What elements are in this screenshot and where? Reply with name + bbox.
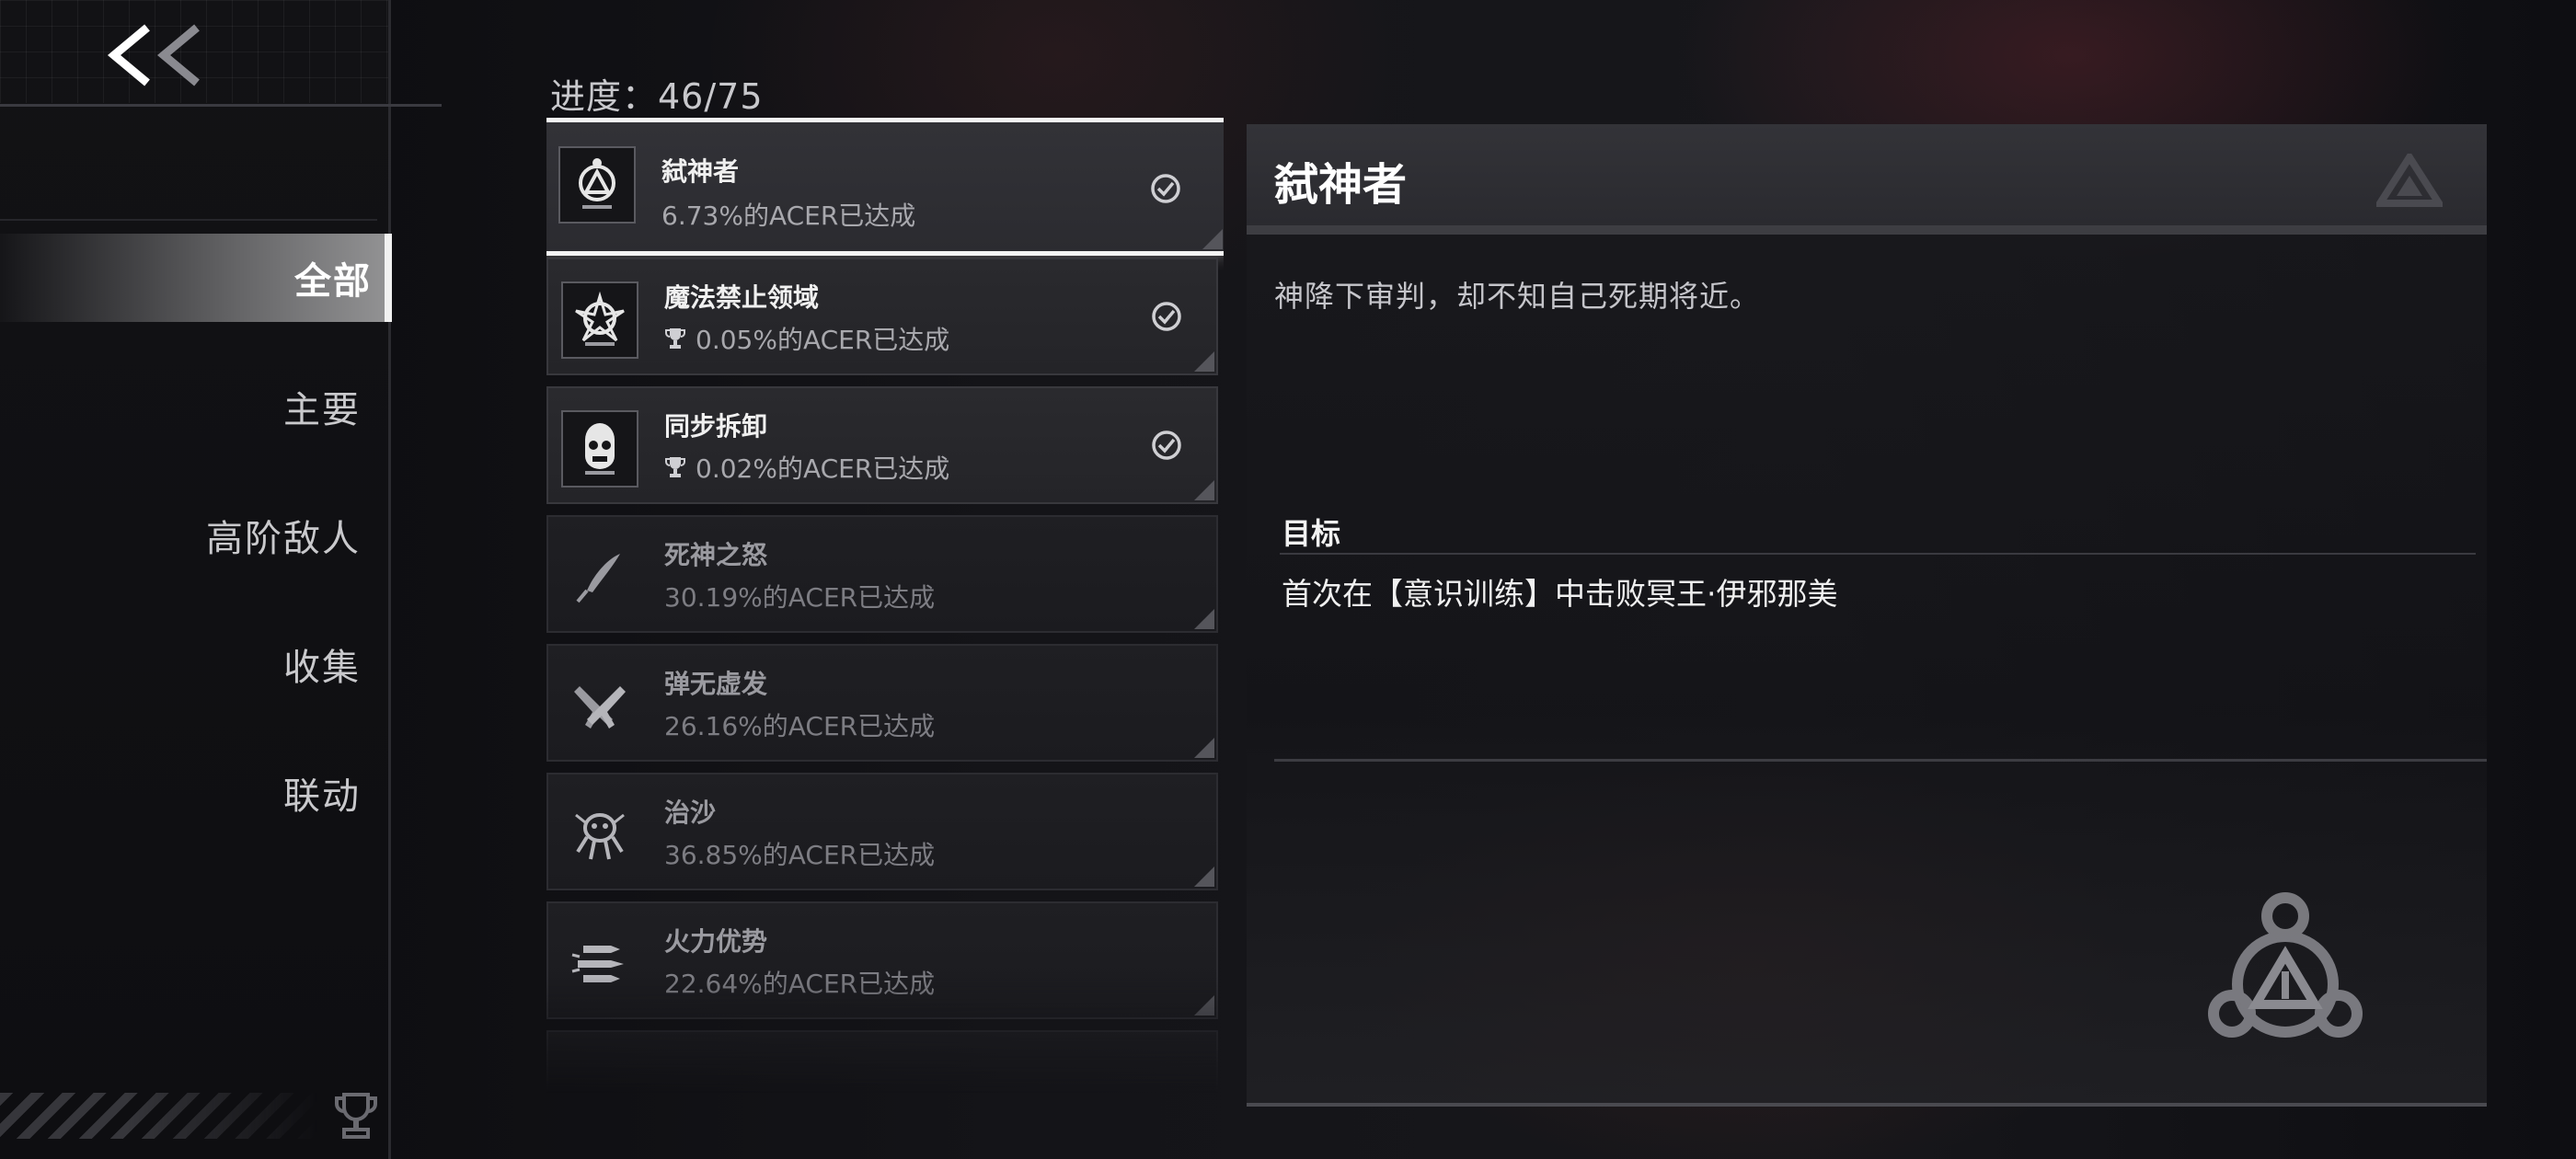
sidebar-divider (0, 104, 442, 107)
sidebar-item-all[interactable]: 全部 (0, 234, 392, 322)
achievement-rate: 36.85%的ACER已达成 (664, 835, 935, 872)
achievement-title: 魔法禁止领域 (664, 282, 820, 313)
card-corner-decoration (1194, 995, 1214, 1016)
detail-title: 弑神者 (1274, 159, 1408, 211)
back-button[interactable] (101, 20, 221, 90)
deity-emblem-icon (2208, 892, 2363, 1038)
achievement-rate-text: 30.19%的ACER已达成 (664, 582, 936, 613)
achievement-icon-frame (561, 925, 638, 1003)
achievement-rate: 0.05%的ACER已达成 (664, 320, 949, 357)
achievement-title: 火力优势 (664, 926, 768, 957)
achievement-icon-frame (561, 797, 638, 874)
achievement-rate-text: 6.73%的ACER已达成 (661, 201, 916, 231)
achievement-rate: 6.73%的ACER已达成 (661, 196, 915, 233)
sidebar-item-main[interactable]: 主要 (0, 362, 374, 451)
goal-text: 首次在【意识训练】中击败冥王·伊邪那美 (1282, 576, 1838, 612)
sidebar-item-label: 主要 (283, 389, 361, 431)
hatch-decoration (0, 1093, 317, 1139)
achievement-icon-frame (561, 281, 638, 359)
deity-emblem-icon (579, 158, 615, 209)
achievement-title: 同步拆卸 (664, 411, 768, 442)
achievement-rate: 26.16%的ACER已达成 (664, 706, 935, 743)
achievement-rate: 30.19%的ACER已达成 (664, 578, 935, 614)
achievement-card[interactable]: 火力优势 22.64%的ACER已达成 (546, 901, 1218, 1019)
sidebar-item-label: 联动 (283, 775, 361, 818)
detail-bottom-border (1247, 1103, 2487, 1107)
goal-divider (1280, 553, 2476, 555)
achievement-icon-frame (561, 410, 638, 488)
check-circle-icon (1152, 430, 1181, 460)
achievement-card[interactable] (546, 1030, 1218, 1093)
achievement-card[interactable]: 弑神者 6.73%的ACER已达成 (546, 118, 1224, 256)
trophy-icon (665, 457, 685, 477)
sidebar-item-collection[interactable]: 收集 (0, 620, 374, 708)
sidebar-item-elite-enemies[interactable]: 高阶敌人 (0, 491, 374, 580)
detail-divider (1274, 759, 2487, 762)
sidebar-item-label: 全部 (294, 260, 372, 303)
achievement-card[interactable]: 魔法禁止领域 0.05%的ACER已达成 (546, 258, 1218, 375)
achievement-rate: 0.02%的ACER已达成 (664, 449, 949, 486)
card-corner-decoration (1194, 609, 1214, 629)
sidebar-item-label: 收集 (283, 647, 361, 689)
achievement-rate-text: 26.16%的ACER已达成 (664, 711, 936, 741)
trophy-icon (335, 1093, 377, 1139)
crossed-pistols-icon (574, 686, 626, 729)
progress-text: 进度：46/75 (550, 76, 764, 117)
achievement-card[interactable]: 同步拆卸 0.02%的ACER已达成 (546, 386, 1218, 504)
card-corner-decoration (1194, 738, 1214, 758)
category-sidebar: 全部 主要 高阶敌人 收集 联动 (0, 0, 442, 1159)
card-corner-decoration (1194, 480, 1214, 500)
sidebar-item-collab[interactable]: 联动 (0, 749, 374, 837)
achievement-card[interactable]: 治沙 36.85%的ACER已达成 (546, 773, 1218, 890)
feather-blade-icon (576, 554, 620, 603)
game-logo-icon (2376, 154, 2443, 207)
check-circle-icon (1152, 302, 1181, 331)
sand-creature-icon (575, 813, 625, 860)
sidebar-divider (0, 219, 377, 221)
detail-description: 神降下审判，却不知自己死期将近。 (1274, 279, 1761, 314)
card-corner-decoration (1194, 351, 1214, 372)
achievement-card[interactable]: 死神之怒 30.19%的ACER已达成 (546, 515, 1218, 633)
card-corner-decoration (1202, 229, 1223, 249)
achievement-rate-text: 0.05%的ACER已达成 (696, 325, 950, 355)
goal-label: 目标 (1282, 516, 1341, 551)
achievement-card[interactable]: 弹无虚发 26.16%的ACER已达成 (546, 644, 1218, 762)
achievement-title: 死神之怒 (664, 540, 768, 570)
achievement-rate-text: 36.85%的ACER已达成 (664, 840, 936, 870)
achievement-title: 弹无虚发 (664, 669, 768, 699)
sidebar-item-label: 高阶敌人 (206, 518, 361, 560)
achievement-title: 治沙 (664, 798, 717, 828)
card-corner-decoration (1194, 866, 1214, 887)
trophy-icon (665, 328, 685, 349)
bullets-icon (571, 946, 624, 982)
shattered-emblem-icon (575, 291, 625, 346)
double-chevron-left-icon (107, 24, 200, 86)
achievement-rate-text: 0.02%的ACER已达成 (696, 453, 950, 484)
detail-header: 弑神者 (1247, 124, 2487, 235)
achievement-icon-frame (558, 146, 636, 224)
achievement-rate-text: 22.64%的ACER已达成 (664, 969, 936, 999)
check-circle-icon (1151, 174, 1180, 203)
achievement-icon-frame (561, 668, 638, 745)
robot-head-icon (585, 423, 615, 475)
achievement-icon-frame (561, 539, 638, 616)
achievement-title: 弑神者 (661, 156, 740, 187)
achievement-list[interactable]: 弑神者 6.73%的ACER已达成 魔法禁止领域 0.05%的ACER已达成 同… (546, 118, 1224, 1093)
achievement-rate: 22.64%的ACER已达成 (664, 964, 935, 1001)
